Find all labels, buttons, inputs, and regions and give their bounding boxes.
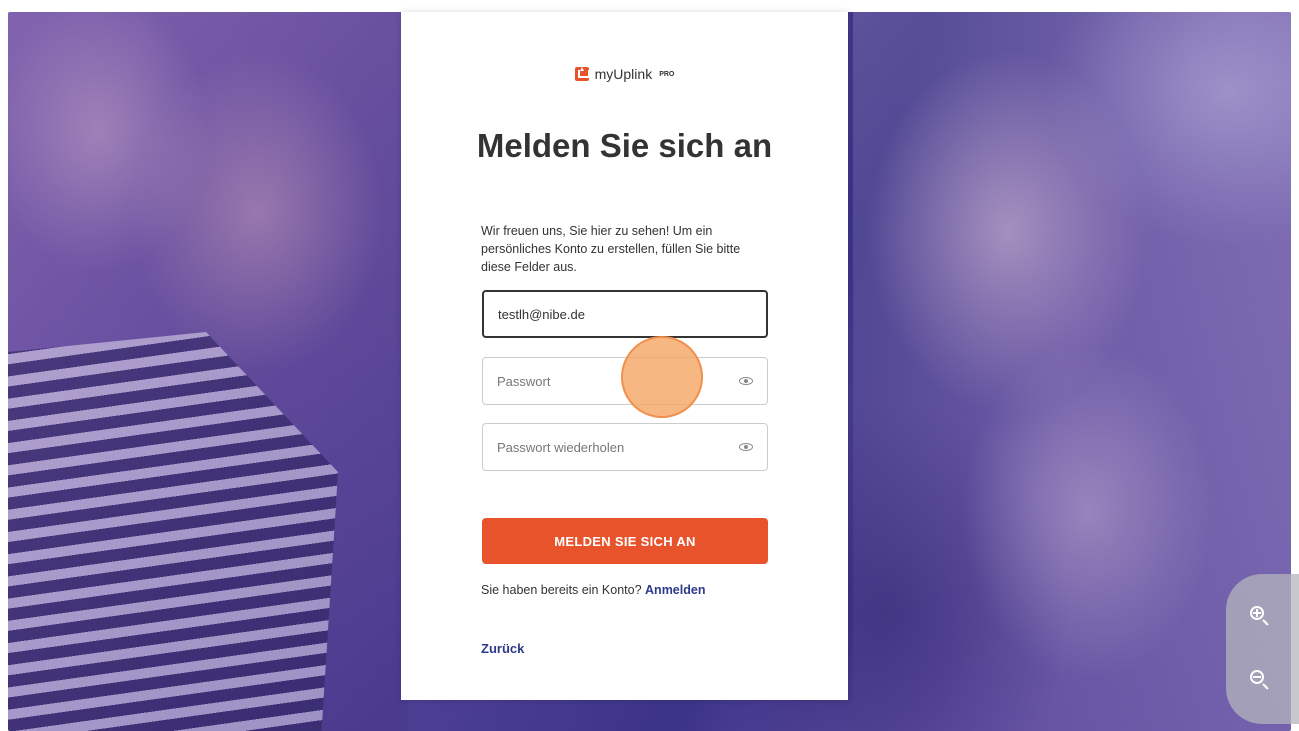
intro-text: Wir freuen uns, Sie hier zu sehen! Um ei…: [481, 224, 741, 274]
login-link[interactable]: Anmelden: [645, 583, 705, 597]
password-repeat-field[interactable]: Passwort wiederholen: [482, 423, 768, 471]
zoom-in-icon[interactable]: [1248, 604, 1272, 628]
signup-card: myUplink PRO Melden Sie sich an Wir freue…: [401, 12, 848, 700]
email-field[interactable]: testlh@nibe.de: [482, 290, 768, 338]
zoom-controls: [1226, 574, 1299, 724]
brand-pro-badge: PRO: [659, 70, 675, 78]
eye-icon[interactable]: [739, 377, 753, 385]
back-link[interactable]: Zurück: [481, 641, 524, 656]
password-repeat-placeholder: Passwort wiederholen: [497, 439, 625, 455]
login-prompt-text: Sie haben bereits ein Konto?: [481, 583, 642, 597]
email-value: testlh@nibe.de: [498, 306, 585, 322]
zoom-out-icon[interactable]: [1248, 668, 1272, 692]
page-title: Melden Sie sich an: [476, 127, 773, 164]
submit-button[interactable]: MELDEN SIE SICH AN: [482, 518, 768, 564]
click-indicator: [621, 336, 703, 418]
brand-name: myUplink: [594, 66, 653, 82]
brand-header: myUplink PRO: [401, 66, 848, 82]
eye-icon[interactable]: [739, 443, 753, 451]
house-logo-icon: [574, 67, 590, 81]
login-prompt: Sie haben bereits ein Konto? Anmelden: [481, 583, 705, 597]
